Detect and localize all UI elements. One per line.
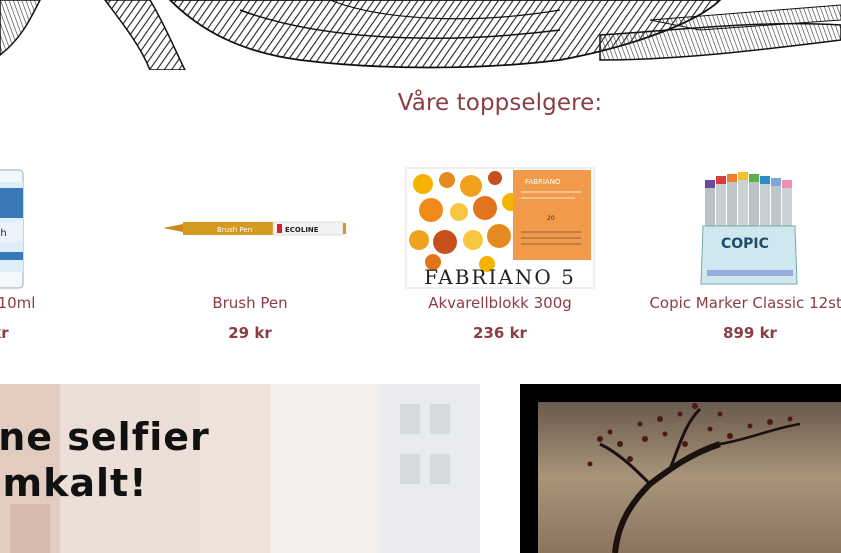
banner-headline: dine selfier remkalt! (0, 414, 210, 506)
product-card[interactable]: Bogh ube 10ml kr (0, 150, 125, 360)
product-price: 236 kr (473, 324, 527, 342)
svg-text:Bogh: Bogh (0, 228, 7, 239)
banner-line-1: dine selfier (0, 415, 210, 459)
product-name[interactable]: ube 10ml (0, 294, 125, 312)
fabriano-pad-image[interactable]: FABRIANO 20 FABRIANO 5 (375, 162, 625, 292)
product-name[interactable]: Akvarellblokk 300g (375, 294, 625, 312)
product-name[interactable]: Copic Marker Classic 12stk (625, 294, 841, 312)
product-card[interactable]: Brush Pen ECOLINE Brush Pen 29 kr (125, 150, 375, 360)
fabriano-brand: FABRIANO 5 (424, 265, 576, 289)
pen-brand: ECOLINE (285, 226, 319, 234)
banner-line-2: remkalt! (0, 461, 148, 505)
tree-photo-banner[interactable] (520, 384, 841, 553)
svg-text:FABRIANO: FABRIANO (525, 178, 561, 186)
selfie-print-banner[interactable]: dine selfier remkalt! (0, 384, 480, 553)
hero-engraving-image (0, 0, 841, 70)
page: Våre toppselgere: Bogh ube 10ml kr (0, 0, 841, 553)
svg-text:20: 20 (547, 215, 555, 222)
watercolor-tube-icon[interactable]: Bogh (0, 162, 125, 292)
product-price: 899 kr (723, 324, 777, 342)
copic-marker-set-image[interactable]: COPIC (625, 162, 841, 292)
ecoline-brush-pen-image[interactable]: Brush Pen ECOLINE (125, 162, 375, 292)
product-price: 29 kr (228, 324, 272, 342)
product-card[interactable]: COPIC Copic Marker Classic 12stk 899 kr (625, 150, 841, 360)
product-name[interactable]: Brush Pen (125, 294, 375, 312)
svg-text:COPIC: COPIC (721, 236, 769, 252)
section-title: Våre toppselgere: (397, 90, 603, 116)
product-price: kr (0, 324, 9, 342)
pen-label: Brush Pen (217, 226, 252, 234)
product-carousel[interactable]: Bogh ube 10ml kr Brush Pen ECOLINE (0, 150, 841, 360)
product-card[interactable]: FABRIANO 20 FABRIANO 5 Akvarellblokk 300… (375, 150, 625, 360)
